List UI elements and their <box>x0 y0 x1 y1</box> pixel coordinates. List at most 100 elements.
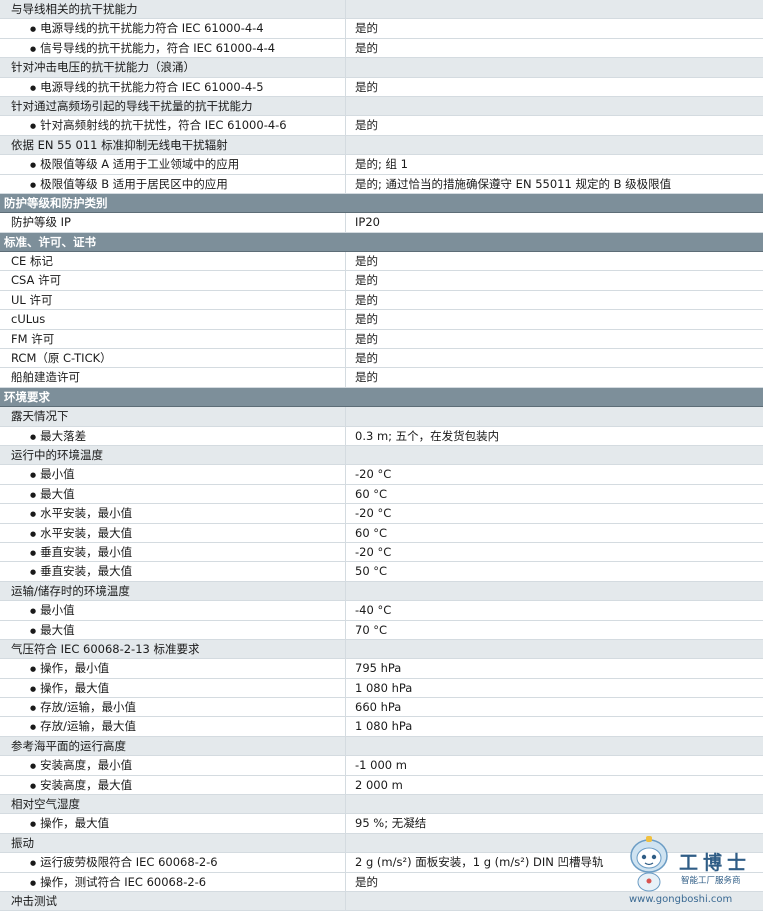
spec-value: 60 °C <box>345 523 763 542</box>
spec-label: 运行疲劳极限符合 IEC 60068-2-6 <box>0 853 345 871</box>
section-header: 环境要求 <box>0 387 763 408</box>
spec-label: 最小值 <box>0 601 345 619</box>
spec-label: 最大落差 <box>0 427 345 445</box>
spec-value: 是的 <box>345 271 763 290</box>
spec-label: 存放/运输，最大值 <box>0 717 345 735</box>
spec-label: 运输/储存时的环境温度 <box>11 583 130 598</box>
spec-value: 是的 <box>345 368 763 387</box>
spec-label: 最大值 <box>0 485 345 503</box>
spec-row: 存放/运输，最大值1 080 hPa <box>0 717 763 737</box>
spec-row: 最小值-20 °C <box>0 465 763 485</box>
spec-label: 气压符合 IEC 60068-2-13 标准要求 <box>11 641 200 656</box>
spec-row: 垂直安装，最大值50 °C <box>0 562 763 582</box>
spec-label: 极限值等级 A 适用于工业领域中的应用 <box>0 155 345 173</box>
spec-row: CSA 许可 是的 <box>0 271 763 291</box>
spec-label: FM 许可 <box>11 331 55 346</box>
spec-row: CE 标记 是的 <box>0 252 763 272</box>
spec-label: 存放/运输，最小值 <box>0 698 345 716</box>
spec-value: 是的 <box>345 290 763 310</box>
spec-label: cULus <box>11 312 46 327</box>
group-row: 露天情况下 <box>0 407 763 427</box>
spec-label: 电源导线的抗干扰能力符合 IEC 61000-4-4 <box>0 19 345 37</box>
spec-label: 垂直安装，最大值 <box>0 562 345 580</box>
spec-value <box>345 445 763 465</box>
spec-value: 是的 <box>345 19 763 38</box>
spec-row: 船舶建造许可 是的 <box>0 368 763 388</box>
spec-label: 信号导线的抗干扰能力，符合 IEC 61000-4-4 <box>0 39 345 57</box>
spec-label: 与导线相关的抗干扰能力 <box>11 2 138 16</box>
group-row: 相对空气湿度 <box>0 795 763 815</box>
spec-label: 依据 EN 55 011 标准抑制无线电干扰辐射 <box>11 137 228 152</box>
group-row: 参考海平面的运行高度 <box>0 736 763 757</box>
spec-value <box>345 135 763 155</box>
group-row: 依据 EN 55 011 标准抑制无线电干扰辐射 <box>0 135 763 156</box>
spec-label: 针对冲击电压的抗干扰能力（浪涌） <box>11 60 195 75</box>
spec-value: -20 °C <box>345 465 763 484</box>
spec-value: 1 080 hPa <box>345 678 763 698</box>
spec-row: 电源导线的抗干扰能力符合 IEC 61000-4-4是的 <box>0 19 763 39</box>
spec-row: 防护等级 IP IP20 <box>0 213 763 233</box>
spec-row: 操作，最大值1 080 hPa <box>0 678 763 699</box>
spec-value: 795 hPa <box>345 659 763 678</box>
spec-value <box>345 639 763 659</box>
spec-value: -1 000 m <box>345 756 763 775</box>
spec-row: FM 许可 是的 <box>0 329 763 350</box>
spec-row: 极限值等级 B 适用于居民区中的应用是的; 通过恰当的措施确保遵守 EN 550… <box>0 174 763 194</box>
spec-value: 是的 <box>345 116 763 135</box>
spec-label: RCM（原 C-TICK） <box>11 351 112 366</box>
spec-value <box>345 96 763 116</box>
spec-label: 防护等级 IP <box>11 215 71 230</box>
spec-value: 是的; 通过恰当的措施确保遵守 EN 55011 规定的 B 级极限值 <box>345 174 763 193</box>
spec-value: 660 hPa <box>345 698 763 717</box>
spec-row: 垂直安装，最小值-20 °C <box>0 542 763 563</box>
spec-label: CE 标记 <box>11 254 53 269</box>
spec-label: 针对高频射线的抗干扰性，符合 IEC 61000-4-6 <box>0 116 345 134</box>
spec-value: 70 °C <box>345 620 763 639</box>
watermark-brand: 工博士 <box>679 852 752 874</box>
spec-label: 防护等级和防护类别 <box>4 195 108 210</box>
spec-row: 操作，最大值95 %; 无凝结 <box>0 814 763 834</box>
spec-row: 最大落差0.3 m; 五个，在发货包装内 <box>0 426 763 446</box>
spec-label: 最小值 <box>0 465 345 483</box>
group-row: 与导线相关的抗干扰能力 <box>0 0 763 20</box>
spec-row: 安装高度，最大值2 000 m <box>0 775 763 796</box>
spec-label: 安装高度，最大值 <box>0 776 345 794</box>
spec-label: UL 许可 <box>11 292 53 307</box>
spec-row: 最大值60 °C <box>0 484 763 505</box>
spec-label: 操作，最大值 <box>0 679 345 697</box>
spec-value: 1 080 hPa <box>345 717 763 736</box>
spec-value: 95 %; 无凝结 <box>345 814 763 833</box>
spec-value: 是的 <box>345 252 763 271</box>
spec-value: IP20 <box>345 213 763 232</box>
spec-value <box>345 736 763 756</box>
spec-label: 垂直安装，最小值 <box>0 543 345 561</box>
spec-label: CSA 许可 <box>11 273 62 288</box>
spec-label: 操作，测试符合 IEC 60068-2-6 <box>0 873 345 891</box>
spec-label: 水平安装，最大值 <box>0 524 345 542</box>
spec-label: 安装高度，最小值 <box>0 756 345 774</box>
spec-row: 操作，最小值795 hPa <box>0 659 763 679</box>
spec-value: 是的; 组 1 <box>345 155 763 174</box>
spec-value <box>345 58 763 77</box>
spec-row: 针对高频射线的抗干扰性，符合 IEC 61000-4-6是的 <box>0 116 763 136</box>
spec-row: 水平安装，最小值-20 °C <box>0 504 763 524</box>
spec-row: 信号导线的抗干扰能力，符合 IEC 61000-4-4是的 <box>0 38 763 59</box>
spec-label: 操作，最小值 <box>0 659 345 677</box>
spec-label: 振动 <box>11 835 34 850</box>
spec-value: 2 000 m <box>345 775 763 794</box>
watermark-tagline: 智能工厂服务商 <box>681 876 741 886</box>
spec-table: 与导线相关的抗干扰能力电源导线的抗干扰能力符合 IEC 61000-4-4是的信… <box>0 0 763 912</box>
spec-label: 针对通过高频场引起的导线干扰量的抗干扰能力 <box>11 98 253 113</box>
spec-value: -40 °C <box>345 601 763 620</box>
spec-label: 极限值等级 B 适用于居民区中的应用 <box>0 175 345 193</box>
section-header: 防护等级和防护类别 <box>0 193 763 214</box>
spec-label: 露天情况下 <box>11 409 69 424</box>
spec-value <box>345 0 763 19</box>
spec-label: 船舶建造许可 <box>11 370 80 385</box>
group-row: 针对冲击电压的抗干扰能力（浪涌） <box>0 58 763 78</box>
spec-value: 是的 <box>345 329 763 349</box>
group-row: 运输/储存时的环境温度 <box>0 581 763 602</box>
spec-row: 电源导线的抗干扰能力符合 IEC 61000-4-5是的 <box>0 77 763 97</box>
spec-value: 是的 <box>345 38 763 58</box>
spec-row: 水平安装，最大值60 °C <box>0 523 763 543</box>
